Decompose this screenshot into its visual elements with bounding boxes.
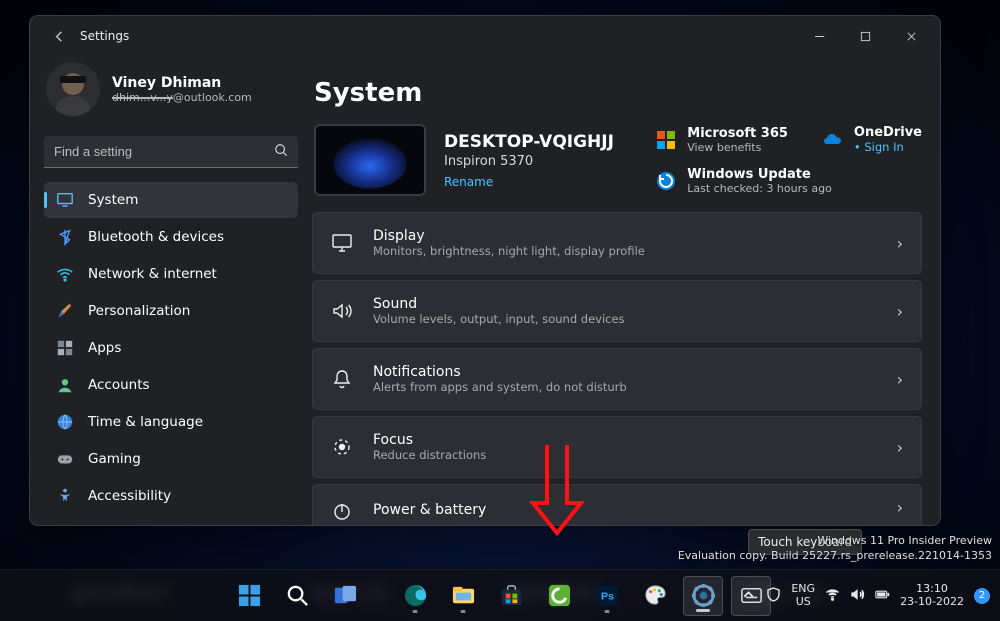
onedrive-signin[interactable]: Sign In: [854, 140, 922, 154]
tray-language[interactable]: ENGUS: [791, 583, 815, 608]
profile-block[interactable]: Viney Dhiman dhim...v...y@outlook.com: [44, 60, 298, 128]
card-sound[interactable]: SoundVolume levels, output, input, sound…: [312, 280, 922, 342]
power-icon: [331, 496, 353, 518]
search-box[interactable]: [44, 136, 298, 168]
search-button[interactable]: [277, 576, 317, 616]
photoshop-icon[interactable]: Ps: [587, 576, 627, 616]
tray-battery-icon[interactable]: [875, 587, 890, 605]
sidebar-item-system[interactable]: System: [44, 182, 298, 218]
device-summary: DESKTOP-VQIGHJJ Inspiron 5370 Rename Mic…: [312, 124, 934, 212]
camtasia-icon[interactable]: [539, 576, 579, 616]
notification-badge[interactable]: 2: [974, 588, 990, 604]
start-button[interactable]: [229, 576, 269, 616]
back-button[interactable]: [42, 19, 76, 53]
quick-onedrive[interactable]: OneDriveSign In: [822, 124, 922, 156]
avatar: [46, 62, 100, 116]
sidebar-item-accessibility[interactable]: Accessibility: [44, 478, 298, 514]
settings-cards: DisplayMonitors, brightness, night light…: [312, 212, 934, 525]
tray-clock[interactable]: 13:1023-10-2022: [900, 583, 964, 608]
display-icon: [331, 232, 353, 254]
touch-keyboard-button[interactable]: [731, 576, 771, 616]
search-icon: [274, 143, 288, 161]
sidebar-item-gaming[interactable]: Gaming: [44, 441, 298, 477]
card-focus[interactable]: FocusReduce distractions ›: [312, 416, 922, 478]
tray-volume-icon[interactable]: [850, 587, 865, 605]
focus-icon: [331, 436, 353, 458]
sidebar-item-label: Gaming: [88, 451, 141, 467]
svg-text:Ps: Ps: [601, 590, 614, 602]
sidebar-item-label: Accounts: [88, 377, 150, 393]
onedrive-icon: [822, 129, 844, 151]
system-icon: [56, 191, 74, 209]
sound-icon: [331, 300, 353, 322]
chevron-right-icon: ›: [897, 498, 903, 517]
nav-list: System Bluetooth & devices Network & int…: [44, 182, 298, 514]
quick-m365[interactable]: Microsoft 365View benefits: [655, 124, 788, 156]
desktop-watermark: Windows 11 Pro Insider Preview Evaluatio…: [678, 534, 992, 563]
system-tray[interactable]: ENGUS 13:1023-10-2022 2: [741, 583, 990, 608]
sidebar-item-personalization[interactable]: Personalization: [44, 293, 298, 329]
sidebar-item-label: Bluetooth & devices: [88, 229, 224, 245]
accessibility-icon: [56, 487, 74, 505]
chevron-right-icon: ›: [897, 438, 903, 457]
sidebar-item-network[interactable]: Network & internet: [44, 256, 298, 292]
main-scroll[interactable]: System DESKTOP-VQIGHJJ Inspiron 5370 Ren…: [312, 56, 936, 525]
paintbrush-icon: [56, 302, 74, 320]
sidebar-item-accounts[interactable]: Accounts: [44, 367, 298, 403]
sidebar-item-label: Apps: [88, 340, 121, 356]
gaming-icon: [56, 450, 74, 468]
bell-icon: [331, 368, 353, 390]
device-rename-link[interactable]: Rename: [444, 175, 614, 189]
main-panel: System DESKTOP-VQIGHJJ Inspiron 5370 Ren…: [312, 56, 940, 525]
sidebar: Viney Dhiman dhim...v...y@outlook.com Sy…: [30, 56, 312, 525]
card-power[interactable]: Power & battery ›: [312, 484, 922, 525]
device-name: DESKTOP-VQIGHJJ: [444, 132, 614, 152]
taskbar: Ps ENGUS 13:1023-10-2022 2: [0, 569, 1000, 621]
sidebar-item-label: System: [88, 192, 138, 208]
settings-icon[interactable]: [683, 576, 723, 616]
close-button[interactable]: [888, 21, 934, 51]
taskbar-apps: Ps: [229, 576, 771, 616]
paint-icon[interactable]: [635, 576, 675, 616]
titlebar: Settings: [30, 16, 940, 56]
sidebar-item-label: Time & language: [88, 414, 203, 430]
sidebar-item-time[interactable]: Time & language: [44, 404, 298, 440]
chevron-right-icon: ›: [897, 370, 903, 389]
quick-windows-update[interactable]: Windows UpdateLast checked: 3 hours ago: [655, 166, 922, 197]
accounts-icon: [56, 376, 74, 394]
bluetooth-icon: [56, 228, 74, 246]
settings-window: Settings Viney Dhiman dhim...v...y@outlo…: [29, 15, 941, 526]
sidebar-item-bluetooth[interactable]: Bluetooth & devices: [44, 219, 298, 255]
edge-icon[interactable]: [395, 576, 435, 616]
wifi-icon: [56, 265, 74, 283]
m365-icon: [655, 129, 677, 151]
apps-icon: [56, 339, 74, 357]
minimize-button[interactable]: [796, 21, 842, 51]
update-icon: [655, 170, 677, 192]
profile-email: dhim...v...y@outlook.com: [112, 91, 252, 104]
store-icon[interactable]: [491, 576, 531, 616]
chevron-right-icon: ›: [897, 234, 903, 253]
search-input[interactable]: [54, 144, 274, 159]
card-notifications[interactable]: NotificationsAlerts from apps and system…: [312, 348, 922, 410]
sidebar-item-apps[interactable]: Apps: [44, 330, 298, 366]
device-model: Inspiron 5370: [444, 154, 614, 169]
maximize-button[interactable]: [842, 21, 888, 51]
page-title: System: [312, 56, 934, 124]
sidebar-item-label: Accessibility: [88, 488, 171, 504]
sidebar-item-label: Network & internet: [88, 266, 217, 282]
card-display[interactable]: DisplayMonitors, brightness, night light…: [312, 212, 922, 274]
window-title: Settings: [80, 29, 129, 43]
sidebar-item-label: Personalization: [88, 303, 190, 319]
globe-clock-icon: [56, 413, 74, 431]
profile-name: Viney Dhiman: [112, 75, 252, 91]
task-view-button[interactable]: [325, 576, 365, 616]
explorer-icon[interactable]: [443, 576, 483, 616]
tray-wifi-icon[interactable]: [825, 587, 840, 605]
device-thumbnail: [314, 124, 426, 196]
chevron-right-icon: ›: [897, 302, 903, 321]
